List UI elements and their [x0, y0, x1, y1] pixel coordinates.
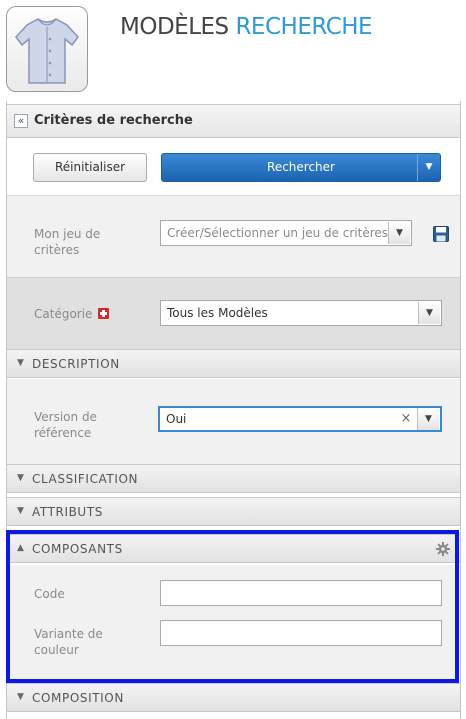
section-composition-title: COMPOSITION [32, 691, 124, 705]
section-composition-header[interactable]: ▼ COMPOSITION [7, 683, 460, 712]
section-description-title: DESCRIPTION [32, 357, 120, 371]
reference-version-value: Oui [166, 412, 187, 426]
search-button[interactable]: Rechercher [161, 153, 441, 182]
color-variant-input[interactable] [160, 620, 442, 646]
chevron-down-icon: ▼ [17, 692, 24, 702]
criteria-set-label: Mon jeu de critères [34, 227, 101, 257]
section-classification-header[interactable]: ▼ CLASSIFICATION [7, 464, 460, 493]
app-header: MODÈLES RECHERCHE [0, 0, 466, 101]
section-attributs-title: ATTRIBUTS [32, 505, 103, 519]
page-title-part1: MODÈLES [120, 14, 229, 40]
chevron-down-icon: ▼ [17, 506, 24, 516]
criteria-title: Critères de recherche [34, 113, 193, 128]
chevron-down-icon: ▼ [17, 473, 24, 483]
criteria-set-placeholder: Créer/Sélectionner un jeu de critères [167, 226, 389, 240]
garment-logo-icon [6, 6, 88, 92]
code-input[interactable] [160, 580, 442, 606]
gear-icon[interactable] [436, 542, 450, 556]
category-label: Catégorie [34, 306, 110, 322]
code-label: Code [34, 587, 65, 601]
reference-version-select[interactable]: Oui × ▼ [158, 406, 442, 432]
criteria-set-select[interactable]: Créer/Sélectionner un jeu de critères ▼ [160, 220, 412, 246]
reset-button[interactable]: Réinitialiser [33, 153, 147, 182]
section-classification-title: CLASSIFICATION [32, 472, 139, 486]
criteria-header: « Critères de recherche [7, 104, 460, 138]
page-title: MODÈLES RECHERCHE [120, 14, 373, 40]
required-plus-icon [98, 308, 110, 319]
clear-x-icon[interactable]: × [398, 408, 414, 430]
chevron-down-icon[interactable]: ▼ [417, 408, 439, 430]
floppy-save-icon[interactable] [433, 226, 449, 242]
reference-version-label: Version de référence [34, 410, 97, 440]
page-title-part2: RECHERCHE [235, 14, 373, 40]
description-section-body: Version de référence Oui × ▼ [7, 379, 460, 464]
collapse-panel-button[interactable]: « [14, 114, 28, 128]
criteria-set-row: Mon jeu de critères Créer/Sélectionner u… [7, 195, 460, 277]
composants-section-body: Code Variante de couleur [7, 565, 460, 683]
section-description-header[interactable]: ▼ DESCRIPTION [7, 349, 460, 378]
category-select[interactable]: Tous les Modèles ▼ [160, 300, 442, 326]
chevron-up-icon: ▲ [17, 543, 24, 553]
actions-bar: Réinitialiser Rechercher ▼ [7, 138, 460, 195]
category-row: Catégorie Tous les Modèles ▼ [7, 277, 460, 349]
chevron-down-icon: ▼ [425, 162, 433, 172]
chevron-down-icon[interactable]: ▼ [418, 302, 440, 324]
category-value: Tous les Modèles [167, 306, 268, 320]
section-attributs-header[interactable]: ▼ ATTRIBUTS [7, 497, 460, 526]
category-label-text: Catégorie [34, 307, 93, 321]
search-options-dropdown[interactable]: ▼ [417, 154, 440, 181]
chevron-down-icon[interactable]: ▼ [388, 222, 410, 244]
search-criteria-panel: « Critères de recherche Réinitialiser Re… [6, 101, 461, 719]
section-composants-title: COMPOSANTS [32, 542, 123, 556]
color-variant-label: Variante de couleur [34, 627, 103, 657]
section-composants-header[interactable]: ▲ COMPOSANTS [7, 534, 460, 563]
chevron-down-icon: ▼ [17, 358, 24, 368]
